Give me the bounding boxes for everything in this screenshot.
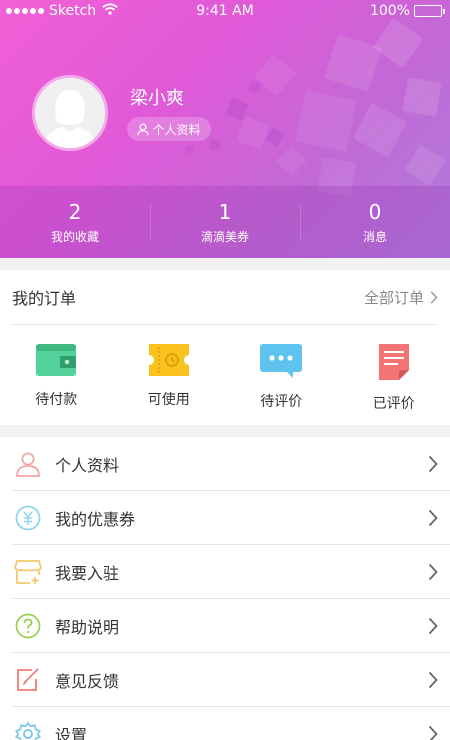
user-outline-icon [137, 122, 150, 135]
menu-item-settings[interactable]: 设置 [0, 707, 450, 740]
coupon-icon [15, 505, 41, 531]
user-icon [16, 452, 40, 477]
menu-item-label: 我要入驻 [55, 564, 120, 583]
document-icon [378, 344, 409, 380]
profile-link-label: 个人资料 [152, 122, 201, 137]
menu-item-label: 设置 [55, 726, 88, 740]
stat-value: 2 [68, 200, 82, 224]
order-status-label: 待付款 [35, 392, 78, 408]
order-reviewed[interactable]: 已评价 [338, 325, 450, 425]
orders-section: 我的订单 全部订单 待付款 可使用 待评价 已评价 [0, 270, 450, 425]
order-to-review[interactable]: 待评价 [225, 325, 338, 425]
stats-bar: 2 我的收藏 1 滴滴美券 0 消息 [0, 186, 450, 258]
menu-item-profile[interactable]: 个人资料 [0, 437, 450, 491]
orders-title: 我的订单 [12, 289, 77, 308]
battery-icon [414, 5, 445, 17]
wallet-icon [36, 344, 77, 376]
settings-icon [15, 721, 41, 740]
avatar[interactable] [32, 75, 108, 151]
order-status-label: 可使用 [147, 392, 190, 408]
ticket-icon [148, 344, 189, 376]
stat-value: 1 [218, 200, 232, 224]
menu-item-label: 意见反馈 [55, 672, 120, 691]
menu-item-label: 个人资料 [55, 456, 120, 475]
menu-item-help[interactable]: 帮助说明 [0, 599, 450, 653]
stat-messages[interactable]: 0 消息 [300, 186, 450, 258]
all-orders-link[interactable]: 全部订单 [364, 287, 438, 308]
stat-value: 0 [368, 200, 382, 224]
default-avatar-icon [35, 78, 105, 148]
menu-item-label: 帮助说明 [55, 618, 120, 637]
chevron-right-icon [428, 509, 438, 527]
stat-label: 消息 [362, 230, 387, 244]
feedback-icon [17, 668, 39, 691]
order-status-row: 待付款 可使用 待评价 已评价 [0, 325, 450, 425]
profile-link-button[interactable]: 个人资料 [127, 117, 211, 141]
chevron-right-icon [428, 455, 438, 473]
menu-item-coupons[interactable]: 我的优惠券 [0, 491, 450, 545]
user-name: 梁小爽 [130, 88, 184, 109]
chevron-right-icon [430, 290, 438, 304]
status-bar: Sketch 9:41 AM 100% [0, 0, 450, 22]
order-status-label: 待评价 [260, 394, 303, 410]
stat-label: 滴滴美券 [200, 230, 249, 244]
chevron-right-icon [428, 671, 438, 689]
stat-label: 我的收藏 [50, 230, 99, 244]
order-usable[interactable]: 可使用 [113, 325, 226, 425]
settings-menu: 个人资料 我的优惠券 我要入驻 帮助说明 意见反馈 设置 [0, 437, 450, 740]
chevron-right-icon [428, 725, 438, 740]
chevron-right-icon [428, 563, 438, 581]
chevron-right-icon [428, 617, 438, 635]
order-status-label: 已评价 [372, 396, 415, 412]
stat-coupons[interactable]: 1 滴滴美券 [150, 186, 300, 258]
order-pending-payment[interactable]: 待付款 [0, 325, 113, 425]
help-icon [15, 613, 41, 639]
stat-favorites[interactable]: 2 我的收藏 [0, 186, 150, 258]
store-icon [14, 560, 42, 584]
profile-header: Sketch 9:41 AM 100% 梁小爽 个人资料 2 我的收藏 1 滴滴… [0, 0, 450, 258]
all-orders-label: 全部订单 [363, 288, 424, 307]
menu-item-feedback[interactable]: 意见反馈 [0, 653, 450, 707]
battery-percent: 100% [369, 3, 410, 19]
menu-item-join[interactable]: 我要入驻 [0, 545, 450, 599]
orders-header: 我的订单 全部订单 [12, 270, 438, 325]
menu-item-label: 我的优惠券 [55, 510, 136, 529]
comment-icon [260, 344, 303, 378]
